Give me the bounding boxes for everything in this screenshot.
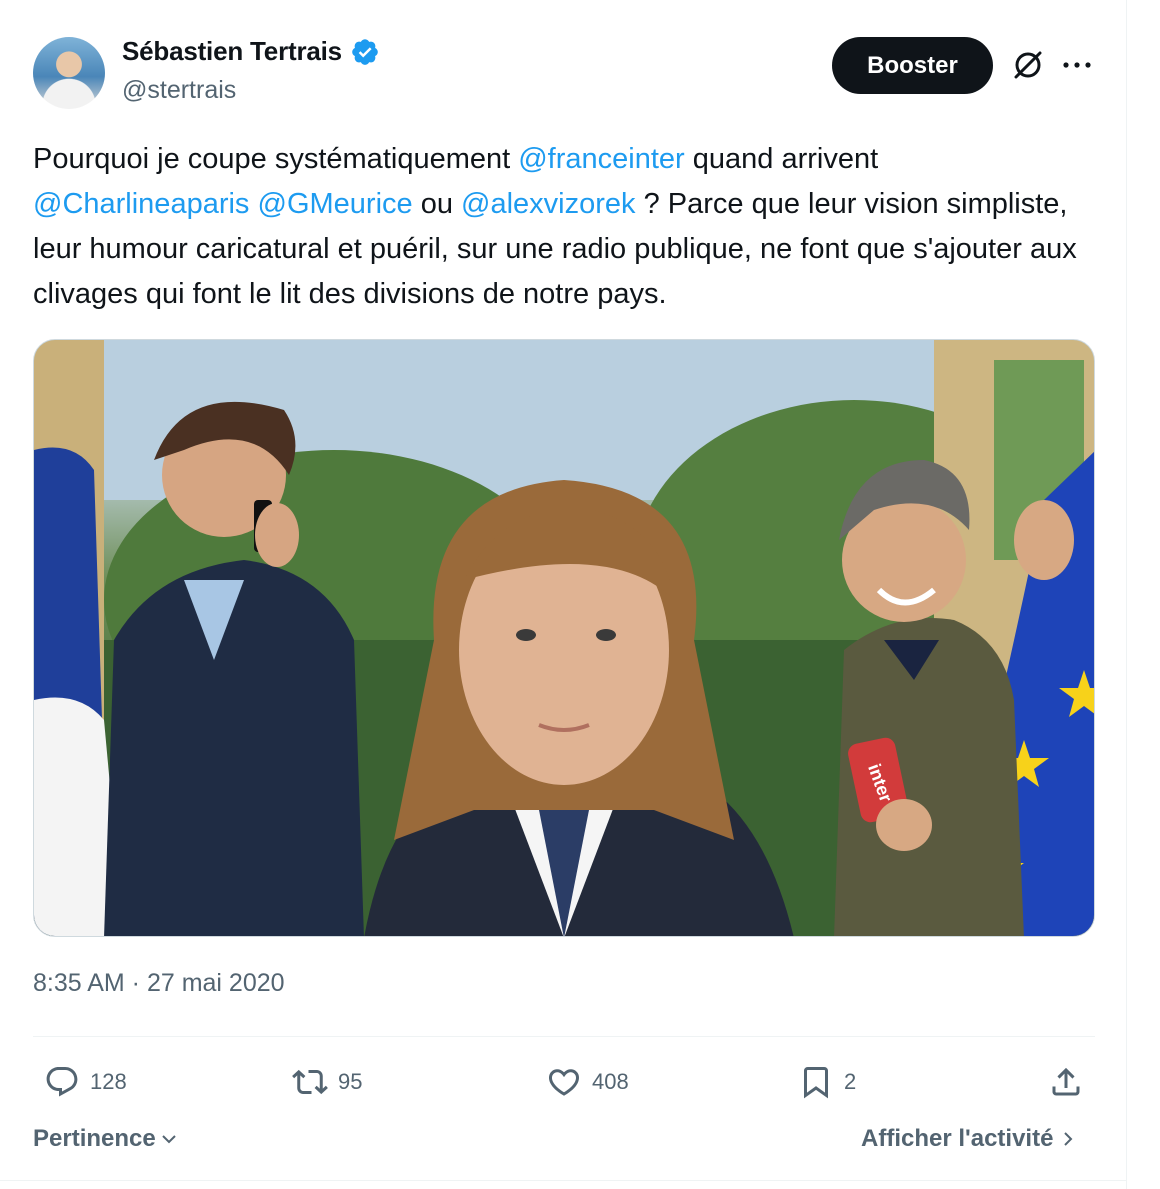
tweet-detail: Sébastien Tertrais @stertrais Booster Po…: [0, 0, 1126, 1189]
tweet-text: Pourquoi je coupe systématiquement @fran…: [33, 137, 1103, 317]
bookmark-button[interactable]: 2: [798, 1060, 856, 1104]
author-row: Sébastien Tertrais: [122, 36, 380, 67]
chevron-down-icon: [162, 1135, 176, 1144]
author-name[interactable]: Sébastien Tertrais: [122, 36, 342, 67]
mention-alexvizorek[interactable]: @alexvizorek: [461, 188, 636, 220]
reply-icon: [46, 1067, 78, 1097]
bookmark-count: 2: [844, 1069, 857, 1094]
sort-dropdown[interactable]: Pertinence: [33, 1125, 178, 1153]
like-button[interactable]: 408: [546, 1060, 629, 1104]
avatar[interactable]: [33, 37, 105, 109]
divider: [33, 1036, 1095, 1037]
grok-icon[interactable]: [1010, 47, 1046, 83]
view-activity-label: Afficher l'activité: [861, 1125, 1054, 1152]
like-count: 408: [592, 1069, 629, 1094]
mention-charlineaparis[interactable]: @Charlineaparis: [33, 188, 249, 220]
tweet-photo[interactable]: inter: [33, 339, 1095, 937]
view-activity-link[interactable]: Afficher l'activité: [861, 1125, 1077, 1153]
share-icon: [1052, 1067, 1080, 1096]
tweet-timestamp[interactable]: 8:35 AM · 27 mai 2020: [33, 969, 285, 998]
tweet-text-segment: ou: [412, 188, 462, 220]
mention-gmeurice[interactable]: @GMeurice: [258, 188, 413, 220]
reply-button[interactable]: 128: [44, 1060, 127, 1104]
tweet-text-segment: quand arrivent: [684, 143, 879, 175]
verified-badge-icon[interactable]: [350, 37, 380, 67]
more-icon[interactable]: [1060, 50, 1094, 80]
reply-count: 128: [90, 1069, 127, 1094]
sort-label: Pertinence: [33, 1125, 156, 1152]
bookmark-icon: [804, 1067, 828, 1099]
retweet-button[interactable]: 95: [292, 1060, 362, 1104]
share-button[interactable]: [1048, 1060, 1084, 1104]
chevron-right-icon: [1064, 1132, 1073, 1146]
tweet-text-segment: [249, 188, 257, 220]
retweet-count: 95: [338, 1069, 363, 1094]
tweet-text-segment: Pourquoi je coupe systématiquement: [33, 143, 519, 175]
heart-icon: [548, 1069, 580, 1096]
divider: [0, 1180, 1126, 1181]
retweet-icon: [292, 1069, 328, 1095]
mention-franceinter[interactable]: @franceinter: [518, 143, 684, 175]
booster-button[interactable]: Booster: [832, 37, 993, 94]
column-border: [1126, 0, 1127, 1189]
author-handle[interactable]: @stertrais: [122, 76, 236, 105]
